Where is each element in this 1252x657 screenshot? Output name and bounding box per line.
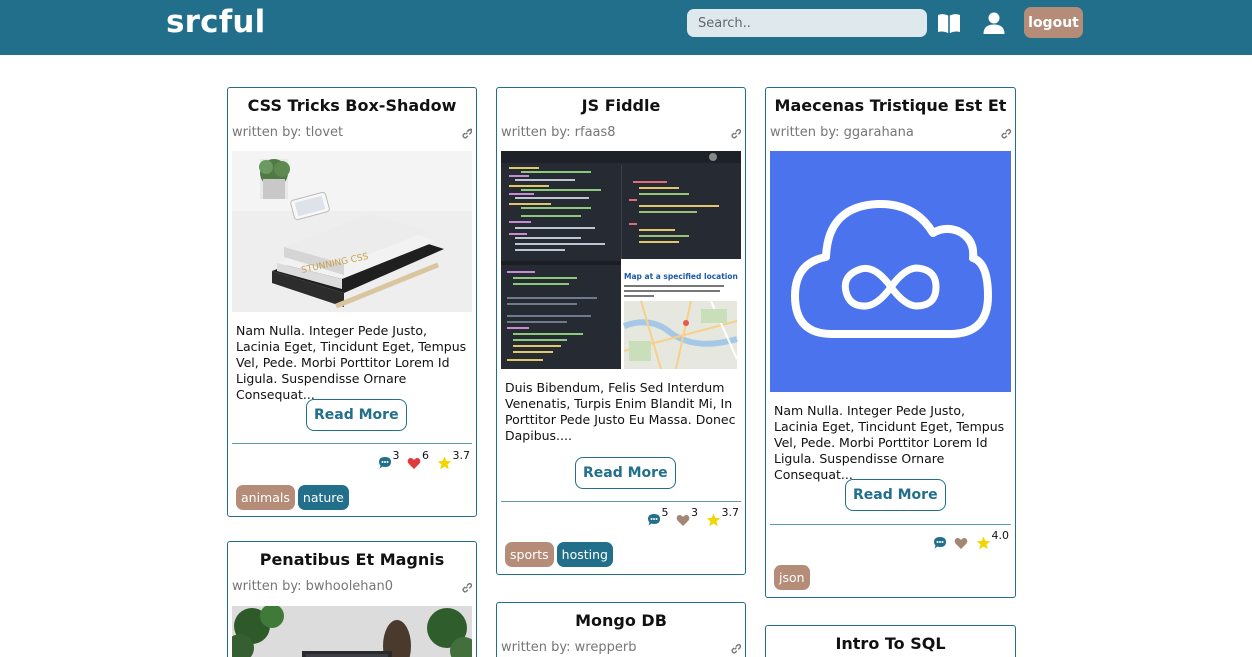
card-excerpt: Duis Bibendum, Felis Sed Interdum Venena…	[505, 380, 736, 443]
tag-chip[interactable]: sports	[505, 542, 554, 567]
card-excerpt: Nam Nulla. Integer Pede Justo, Lacinia E…	[774, 403, 1005, 482]
star-icon	[706, 513, 720, 527]
rating-value: 3.7	[721, 506, 740, 519]
likes-stat[interactable]: 6	[407, 449, 429, 470]
link-icon[interactable]	[1000, 128, 1011, 139]
card-divider	[770, 524, 1011, 525]
post-card: Mongo DB written by: wrepperb	[496, 602, 746, 657]
post-thumbnail-books: STUNNING CSS	[232, 151, 472, 312]
tag-list: animals nature	[236, 485, 352, 510]
read-more-button[interactable]: Read More	[845, 479, 946, 511]
star-icon	[976, 536, 990, 550]
post-thumbnail-cloud	[770, 151, 1011, 392]
navbar: srcful logout	[0, 0, 1252, 55]
comments-stat[interactable]	[933, 535, 947, 550]
comments-count: 3	[392, 449, 400, 462]
rating-value: 4.0	[991, 529, 1010, 542]
post-card: CSS Tricks Box-Shadow written by: tlovet…	[227, 87, 477, 517]
rating-stat: 3.7	[437, 449, 470, 470]
card-author: written by: ggarahana	[770, 125, 914, 140]
comment-icon	[933, 537, 946, 549]
tag-chip[interactable]: hosting	[556, 542, 613, 567]
card-title[interactable]: Intro To SQL	[766, 634, 1015, 653]
brand-logo[interactable]: srcful	[166, 4, 266, 40]
rating-stat: 3.7	[706, 506, 739, 527]
tag-list: sports hosting	[505, 542, 616, 567]
book-icon[interactable]	[937, 12, 961, 34]
tag-chip[interactable]: animals	[236, 485, 295, 510]
card-title[interactable]: Maecenas Tristique Est Et	[766, 96, 1015, 115]
read-more-button[interactable]: Read More	[306, 399, 407, 431]
post-card: Intro To SQL	[765, 625, 1016, 657]
post-card: Maecenas Tristique Est Et written by: gg…	[765, 87, 1016, 598]
read-more-button[interactable]: Read More	[575, 457, 676, 489]
cloud-infinity-icon	[770, 151, 1011, 392]
post-thumbnail-code-editor: Map at a specified location	[501, 151, 741, 369]
card-title[interactable]: Penatibus Et Magnis	[228, 550, 476, 569]
rating-value: 3.7	[452, 449, 471, 462]
link-icon[interactable]	[730, 643, 741, 654]
post-card: JS Fiddle written by: rfaas8 Map at a sp…	[496, 87, 746, 575]
card-author: written by: rfaas8	[501, 125, 616, 140]
card-divider	[232, 443, 472, 444]
heart-icon	[954, 538, 968, 549]
card-author: written by: bwhoolehan0	[232, 579, 394, 594]
logout-button[interactable]: logout	[1024, 7, 1083, 38]
link-icon[interactable]	[461, 582, 472, 593]
card-title[interactable]: Mongo DB	[497, 611, 745, 630]
star-icon	[437, 456, 451, 470]
heart-icon	[407, 458, 421, 469]
tag-chip[interactable]: nature	[297, 485, 349, 510]
card-author: written by: wrepperb	[501, 640, 637, 655]
likes-stat[interactable]	[954, 535, 968, 550]
search-input[interactable]	[687, 9, 927, 37]
card-author: written by: tlovet	[232, 125, 344, 140]
link-icon[interactable]	[730, 128, 741, 139]
tag-list: json	[774, 565, 813, 590]
heart-icon	[676, 515, 690, 526]
post-thumbnail-workspace	[232, 606, 472, 657]
tag-chip[interactable]: json	[774, 565, 810, 590]
card-title[interactable]: JS Fiddle	[497, 96, 745, 115]
card-title[interactable]: CSS Tricks Box-Shadow	[228, 96, 476, 115]
link-icon[interactable]	[461, 128, 472, 139]
rating-stat: 4.0	[976, 529, 1009, 550]
card-stats: 5 3 3.7	[643, 506, 739, 532]
comment-icon	[647, 514, 660, 526]
likes-count: 6	[422, 449, 429, 462]
card-excerpt: Nam Nulla. Integer Pede Justo, Lacinia E…	[236, 323, 467, 402]
user-icon[interactable]	[982, 12, 1006, 34]
comment-icon	[378, 457, 391, 469]
likes-count: 3	[691, 506, 698, 519]
screenshot-heading: Map at a specified location	[624, 272, 738, 281]
comments-stat[interactable]: 5	[647, 506, 669, 527]
card-stats: 3 6 3.7	[374, 449, 470, 475]
post-card: Penatibus Et Magnis written by: bwhooleh…	[227, 541, 477, 657]
card-divider	[501, 501, 741, 502]
comments-stat[interactable]: 3	[378, 449, 400, 470]
comments-count: 5	[661, 506, 669, 519]
likes-stat[interactable]: 3	[676, 506, 698, 527]
card-stats: 4.0	[929, 529, 1009, 555]
